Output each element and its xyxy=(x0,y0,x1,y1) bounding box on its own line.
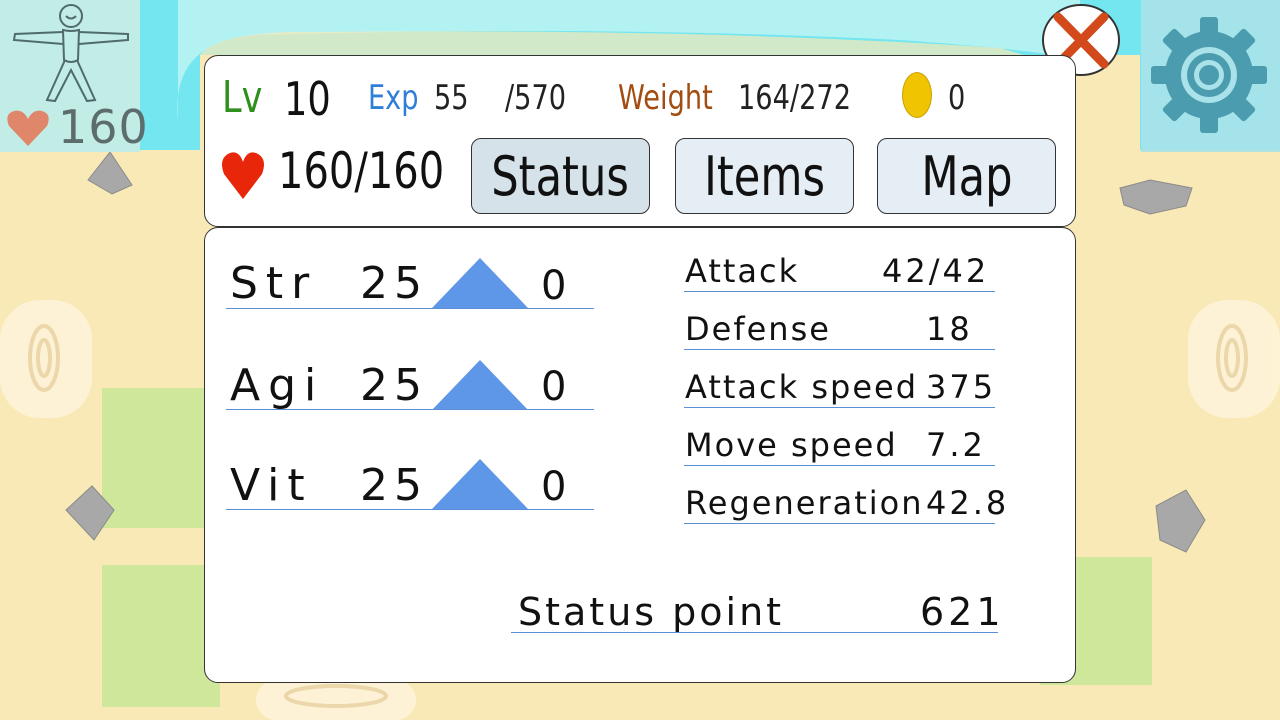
heart-icon xyxy=(222,152,264,199)
str-increase-button[interactable] xyxy=(432,258,528,308)
rock xyxy=(87,151,133,195)
hud-hp-value: 160 xyxy=(58,100,149,154)
hp-value: 160/160 xyxy=(278,142,445,200)
attr-label-attack: Attack xyxy=(685,252,800,290)
stat-points-str: 0 xyxy=(541,263,567,309)
attr-value-move-speed: 7.2 xyxy=(926,426,986,464)
tab-map[interactable]: Map xyxy=(877,138,1056,214)
divider xyxy=(226,409,594,410)
divider xyxy=(511,632,998,633)
divider xyxy=(226,308,594,309)
tab-status[interactable]: Status xyxy=(471,138,650,214)
attr-value-attack-speed: 375 xyxy=(926,368,997,406)
weight-label: Weight xyxy=(618,78,713,118)
status-point-label: Status point xyxy=(518,590,785,634)
divider xyxy=(684,523,995,524)
exp-current: 55 xyxy=(434,78,469,118)
status-point-value: 621 xyxy=(920,590,1005,634)
stat-points-agi: 0 xyxy=(541,364,567,410)
stat-value-str: 25 xyxy=(360,258,428,309)
exp-max: /570 xyxy=(505,78,567,118)
grass-tile xyxy=(102,388,212,528)
exp-label: Exp xyxy=(368,78,419,118)
settings-button[interactable] xyxy=(1150,16,1268,134)
attr-label-attack-speed: Attack speed xyxy=(685,368,918,406)
stat-label-vit: Vit xyxy=(230,460,313,511)
tab-map-label: Map xyxy=(920,144,1013,208)
attr-value-defense: 18 xyxy=(926,310,973,348)
rock xyxy=(1119,179,1193,215)
divider xyxy=(226,509,594,510)
stat-label-str: Str xyxy=(230,258,318,309)
tab-items-label: Items xyxy=(704,144,825,208)
divider xyxy=(684,349,995,350)
level-value: 10 xyxy=(284,72,331,126)
attr-value-attack: 42/42 xyxy=(882,252,990,290)
heart-icon xyxy=(7,110,49,146)
stick-figure-icon[interactable] xyxy=(10,2,134,106)
stat-value-vit: 25 xyxy=(360,460,428,511)
divider xyxy=(684,407,995,408)
vit-increase-button[interactable] xyxy=(432,459,528,509)
tab-items[interactable]: Items xyxy=(675,138,854,214)
agi-increase-button[interactable] xyxy=(432,360,528,410)
portal-left xyxy=(0,300,92,418)
portal-right xyxy=(1188,300,1280,418)
stat-value-agi: 25 xyxy=(360,360,428,411)
divider xyxy=(684,465,995,466)
tab-status-label: Status xyxy=(491,144,630,208)
rock xyxy=(1155,489,1206,553)
coin-icon xyxy=(902,72,932,118)
attr-value-regeneration: 42.8 xyxy=(926,484,1010,522)
gold-value: 0 xyxy=(948,78,966,118)
grass-tile xyxy=(102,565,220,707)
attr-label-defense: Defense xyxy=(685,310,831,348)
stat-points-vit: 0 xyxy=(541,464,567,510)
portal-bottom xyxy=(256,680,416,720)
attr-label-regeneration: Regeneration xyxy=(685,484,924,522)
stat-label-agi: Agi xyxy=(230,360,325,411)
attr-label-move-speed: Move speed xyxy=(685,426,898,464)
weight-value: 164/272 xyxy=(738,78,851,118)
divider xyxy=(684,291,995,292)
level-label: Lv xyxy=(222,72,263,123)
gear-icon xyxy=(1151,17,1267,133)
